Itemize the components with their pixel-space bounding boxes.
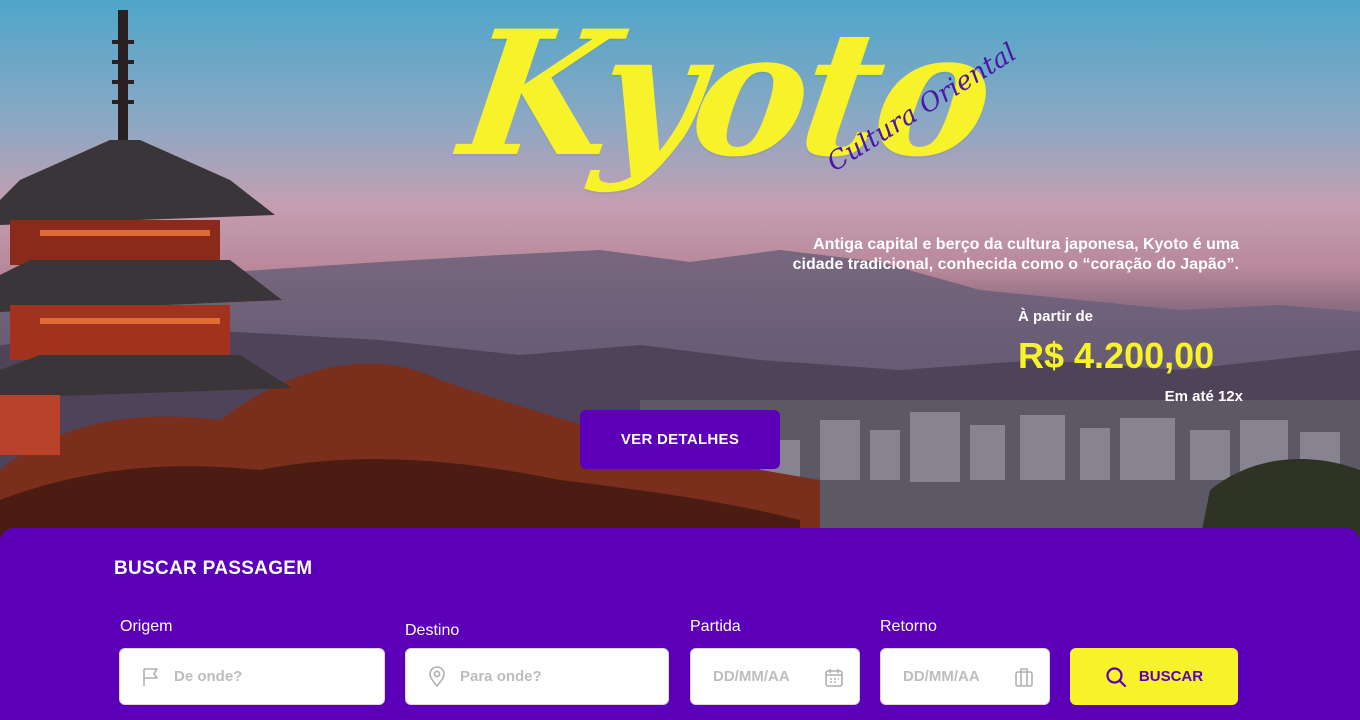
flag-icon [140, 666, 162, 688]
destination-field[interactable] [405, 648, 669, 705]
return-field[interactable] [880, 648, 1050, 705]
departure-label: Partida [690, 618, 741, 635]
destination-input[interactable] [460, 668, 650, 685]
calendar-icon[interactable] [823, 666, 845, 688]
installments-text: Em até 12x [1164, 388, 1243, 405]
destination-description: Antiga capital e berço da cultura japone… [720, 235, 1239, 275]
origin-input[interactable] [174, 668, 366, 685]
search-button-label: BUSCAR [1138, 668, 1204, 685]
hero-banner: Kyoto Cultura Oriental Antiga capital e … [0, 0, 1360, 540]
return-date-input[interactable] [903, 668, 1007, 685]
flight-search-panel: BUSCAR PASSAGEM Origem Destino Partida [0, 528, 1360, 720]
description-line: Antiga capital e berço da cultura japone… [813, 236, 1239, 253]
view-details-button[interactable]: VER DETALHES [580, 410, 780, 469]
origin-field[interactable] [119, 648, 385, 705]
departure-date-input[interactable] [713, 668, 817, 685]
price-value: R$ 4.200,00 [1018, 335, 1215, 376]
luggage-icon[interactable] [1013, 666, 1035, 688]
return-label: Retorno [880, 618, 937, 635]
search-icon [1105, 666, 1127, 688]
search-title: BUSCAR PASSAGEM [114, 558, 313, 579]
map-pin-icon [426, 665, 448, 688]
origin-label: Origem [120, 618, 173, 635]
destination-label: Destino [405, 622, 460, 639]
description-line: cidade tradicional, conhecida como o “co… [792, 256, 1239, 273]
price-prefix: À partir de [1018, 308, 1094, 325]
search-button[interactable]: BUSCAR [1070, 648, 1238, 705]
departure-field[interactable] [690, 648, 860, 705]
